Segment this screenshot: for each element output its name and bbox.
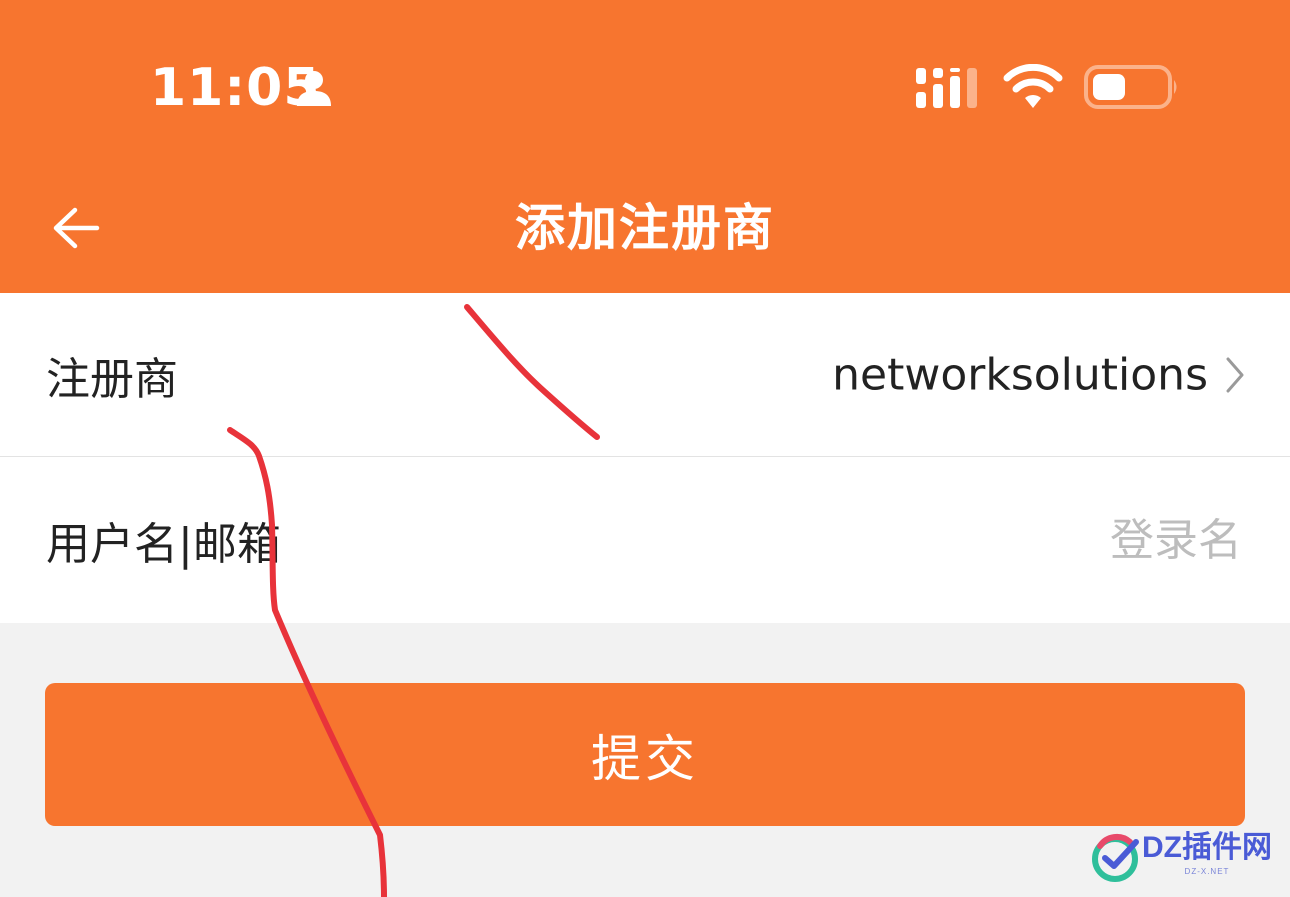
wifi-icon — [1003, 64, 1063, 108]
registrar-form: 注册商 networksolutions 用户名|邮箱 — [0, 293, 1290, 623]
page-title: 添加注册商 — [515, 199, 775, 257]
username-label: 用户名|邮箱 — [46, 519, 281, 570]
app-header: 11:05 添加注册商 — [0, 0, 1290, 293]
chevron-right-icon — [1226, 357, 1244, 392]
registrar-label: 注册商 — [46, 353, 178, 405]
registrar-value[interactable]: networksolutions — [832, 349, 1208, 400]
username-input[interactable] — [640, 504, 1244, 576]
app-screen: 11:05 添加注册商 注册商 networksolutions 用户名|邮箱 … — [0, 0, 1290, 897]
watermark-text: DZ插件网 — [1142, 831, 1272, 864]
registrar-row[interactable]: 注册商 networksolutions — [0, 293, 1290, 457]
battery-icon — [1084, 65, 1177, 109]
username-row: 用户名|邮箱 — [0, 457, 1290, 623]
watermark-subtext: DZ-X.NET — [1184, 867, 1230, 876]
submit-button[interactable]: 提交 — [45, 683, 1245, 826]
watermark-logo-icon — [1092, 833, 1139, 882]
cellular-signal-icon — [916, 68, 977, 108]
person-icon — [297, 71, 331, 106]
watermark: DZ插件网 DZ-X.NET — [1090, 828, 1280, 888]
